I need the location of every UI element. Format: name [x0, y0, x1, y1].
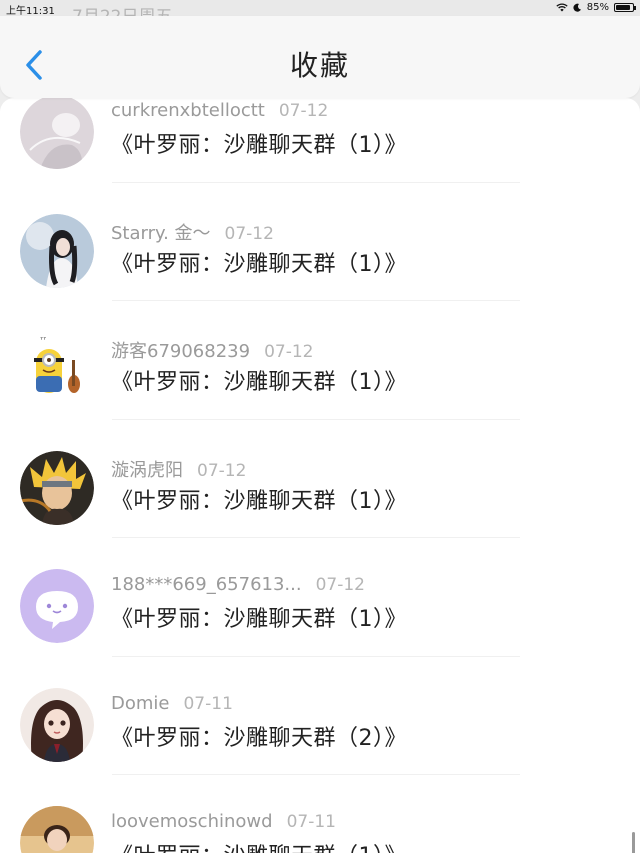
- page-title: 收藏: [289, 49, 350, 82]
- avatar[interactable]: [20, 213, 94, 288]
- svg-text:ᐪᐪ: ᐪᐪ: [40, 336, 46, 345]
- avatar-photo-girl-icon: [20, 806, 94, 853]
- sender-name: 游客679068239: [111, 341, 251, 362]
- item-meta: 游客679068239 07-12: [111, 337, 314, 362]
- avatar[interactable]: [20, 98, 94, 169]
- favorite-title: 《叶罗丽：沙雕聊天群（1）》: [111, 251, 407, 277]
- avatar-minion-icon: ᐪᐪ: [20, 332, 94, 406]
- avatar[interactable]: [20, 806, 94, 853]
- item-date: 07-11: [286, 812, 336, 832]
- favorite-item[interactable]: ᐪᐪ 游客679068239 07-12 《叶罗丽：沙雕聊天群（1）》: [0, 301, 640, 420]
- battery-icon: [614, 3, 636, 12]
- item-meta: loovemoschinowd 07-11: [111, 811, 336, 833]
- avatar-naruto-icon: [20, 450, 94, 525]
- favorite-item[interactable]: 188***669_657613... 07-12 《叶罗丽：沙雕聊天群（1）》: [0, 538, 640, 657]
- favorite-item[interactable]: 漩涡虎阳 07-12 《叶罗丽：沙雕聊天群（1）》: [0, 420, 640, 538]
- avatar-anime-girl-icon: [20, 687, 94, 762]
- battery-percent: 85%: [586, 2, 609, 13]
- sender-name: loovemoschinowd: [111, 811, 273, 832]
- avatar[interactable]: [20, 450, 94, 525]
- favorite-title: 《叶罗丽：沙雕聊天群（1）》: [111, 838, 407, 853]
- avatar-chat-bubble-icon: [20, 569, 94, 643]
- status-time: 上午11:31: [6, 6, 55, 17]
- nav-bar: 收藏: [0, 16, 640, 98]
- item-meta: Domie 07-11: [111, 693, 233, 715]
- item-date: 07-12: [264, 342, 314, 362]
- favorites-list: curkrenxbtelloctt 07-12 《叶罗丽：沙雕聊天群（1）》 Star…: [0, 98, 640, 853]
- favorite-item[interactable]: loovemoschinowd 07-11 《叶罗丽：沙雕聊天群（1）》: [0, 775, 640, 853]
- sender-name: 188***669_657613...: [111, 574, 302, 595]
- item-meta: curkrenxbtelloctt 07-12: [111, 100, 328, 122]
- favorite-item[interactable]: Starry. 金～ 07-12 《叶罗丽：沙雕聊天群（1）》: [0, 183, 640, 301]
- favorite-title: 《叶罗丽：沙雕聊天群（1）》: [111, 607, 407, 632]
- favorite-title: 《叶罗丽：沙雕聊天群（1）》: [111, 133, 407, 158]
- sender-name: Domie: [111, 692, 170, 714]
- avatar[interactable]: [20, 687, 94, 762]
- avatar[interactable]: [20, 569, 94, 643]
- scrollbar[interactable]: [632, 832, 635, 853]
- favorite-title: 《叶罗丽：沙雕聊天群（2）》: [111, 725, 407, 751]
- avatar[interactable]: ᐪᐪ: [20, 332, 94, 406]
- favorite-title: 《叶罗丽：沙雕聊天群（1）》: [111, 370, 407, 395]
- favorite-item[interactable]: curkrenxbtelloctt 07-12 《叶罗丽：沙雕聊天群（1）》: [0, 98, 640, 183]
- sender-name: curkrenxbtelloctt: [111, 100, 265, 121]
- item-date: 07-12: [197, 460, 247, 481]
- sender-name: Starry. 金～: [111, 222, 211, 244]
- item-meta: Starry. 金～ 07-12: [111, 219, 274, 244]
- item-meta: 漩涡虎阳 07-12: [111, 456, 247, 481]
- avatar-girl-dark-hair-icon: [20, 213, 94, 288]
- avatar-girl-white-icon: [20, 98, 94, 169]
- favorite-title: 《叶罗丽：沙雕聊天群（1）》: [111, 488, 407, 514]
- moon-icon: [573, 3, 581, 12]
- favorites-list-container: curkrenxbtelloctt 07-12 《叶罗丽：沙雕聊天群（1）》 Star…: [0, 98, 640, 853]
- favorite-item[interactable]: Domie 07-11 《叶罗丽：沙雕聊天群（2）》: [0, 657, 640, 775]
- item-date: 07-11: [183, 693, 233, 714]
- item-date: 07-12: [315, 575, 365, 595]
- item-meta: 188***669_657613... 07-12: [111, 574, 365, 596]
- item-date: 07-12: [224, 223, 274, 244]
- wifi-icon: [556, 3, 568, 12]
- status-right: 85%: [556, 2, 636, 13]
- item-date: 07-12: [278, 101, 329, 121]
- sender-name: 漩涡虎阳: [111, 459, 183, 481]
- status-bar: 上午11:31 7月22日周五 85%: [0, 0, 640, 27]
